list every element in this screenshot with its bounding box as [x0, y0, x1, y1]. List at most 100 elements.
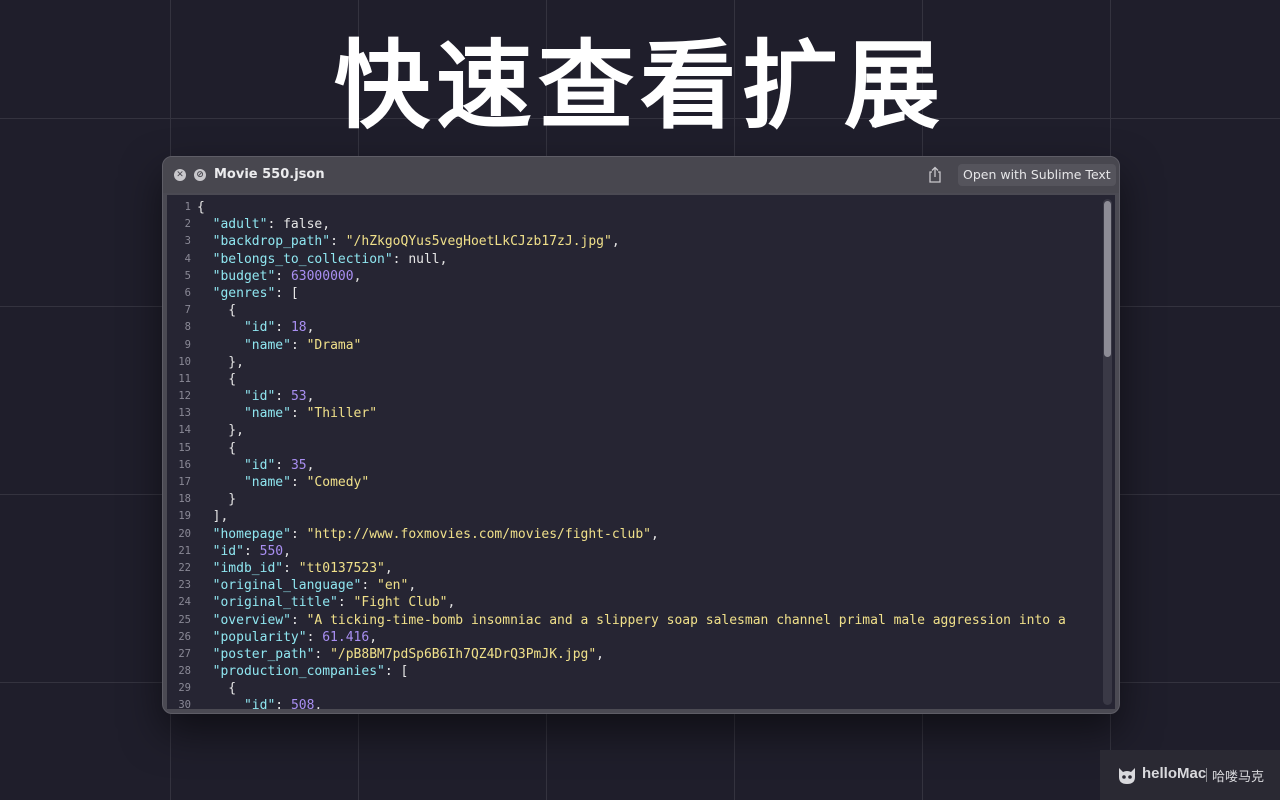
line-number: 20	[178, 527, 191, 540]
code-line: 8 "id": 18,	[167, 319, 1097, 336]
line-number: 24	[178, 596, 191, 609]
close-icon[interactable]: ✕	[174, 169, 186, 181]
json-key: "name"	[243, 475, 291, 490]
code-line: 17 "name": "Comedy"	[167, 474, 1097, 491]
json-punctuation: ,	[596, 646, 604, 662]
line-content: },	[197, 422, 244, 439]
json-key: "imdb_id"	[212, 560, 284, 576]
json-key: "id"	[243, 457, 276, 473]
json-punctuation	[197, 698, 244, 709]
code-line: 24 "original_title": "Fight Club",	[167, 594, 1097, 611]
code-line: 7 {	[167, 302, 1097, 319]
json-punctuation	[197, 647, 213, 662]
scrollbar-thumb[interactable]	[1104, 201, 1111, 357]
vertical-scrollbar[interactable]	[1103, 199, 1112, 705]
json-string: "Drama"	[306, 337, 362, 353]
code-line: 30 "id": 508,	[167, 697, 1097, 709]
json-punctuation	[197, 389, 244, 404]
line-content: "overview": "A ticking-time-bomb insomni…	[197, 612, 1066, 629]
line-number: 1	[184, 201, 191, 213]
line-number: 5	[184, 269, 191, 282]
line-number: 8	[184, 321, 191, 334]
json-punctuation: :	[290, 337, 307, 353]
json-string: "A ticking-time-bomb insomniac and a sli…	[306, 612, 1066, 628]
code-line: 27 "poster_path": "/pB8BM7pdSp6B6Ih7QZ4D…	[167, 646, 1097, 663]
json-punctuation	[197, 234, 213, 249]
line-content: "genres": [	[197, 285, 299, 302]
line-number: 14	[178, 424, 191, 437]
json-punctuation: },	[197, 423, 244, 439]
json-punctuation	[197, 458, 244, 473]
json-punctuation: :	[275, 268, 291, 284]
line-content: "production_companies": [	[197, 663, 409, 680]
window-title: Movie 550.json	[214, 167, 325, 182]
json-punctuation: },	[197, 354, 244, 370]
code-line: 6 "genres": [	[167, 285, 1097, 302]
line-number: 26	[178, 630, 191, 643]
code-line: 28 "production_companies": [	[167, 663, 1097, 680]
json-key: "overview"	[212, 612, 291, 628]
json-key: "id"	[243, 698, 276, 709]
json-punctuation: ,	[611, 234, 620, 250]
json-string: "/hZkgoQYus5vegHoetLkCJzb17zJ.jpg"	[345, 234, 612, 250]
json-punctuation	[197, 630, 213, 645]
line-content: "name": "Drama"	[197, 337, 361, 354]
json-key: "name"	[243, 406, 291, 422]
line-number: 12	[178, 390, 191, 403]
json-punctuation	[197, 338, 244, 353]
json-punctuation	[197, 613, 213, 628]
json-punctuation: :	[361, 578, 378, 594]
json-punctuation: :	[275, 698, 291, 709]
line-number: 9	[184, 338, 191, 351]
json-editor[interactable]: 1{2 "adult": false, 3 "backdrop_path": "/…	[167, 195, 1115, 709]
json-string: "Fight Club"	[353, 595, 448, 611]
json-punctuation: : [	[384, 664, 409, 680]
line-content: "id": 550,	[197, 543, 291, 560]
json-punctuation: ,	[283, 543, 291, 559]
no-entry-icon[interactable]: ⊘	[194, 169, 206, 181]
line-number: 22	[178, 561, 191, 574]
watermark: helloMac 哈喽马克	[1100, 750, 1280, 800]
json-punctuation	[197, 269, 213, 284]
line-number: 11	[178, 372, 191, 385]
json-punctuation	[197, 286, 213, 301]
code-line: 20 "homepage": "http://www.foxmovies.com…	[167, 526, 1097, 543]
json-key: "name"	[243, 337, 291, 353]
line-content: "backdrop_path": "/hZkgoQYus5vegHoetLkCJ…	[197, 233, 620, 250]
json-punctuation	[197, 527, 213, 542]
line-content: "name": "Comedy"	[197, 474, 369, 491]
json-punctuation: ,	[314, 698, 323, 709]
line-number: 18	[178, 493, 191, 506]
line-number: 27	[178, 647, 191, 660]
line-content: "homepage": "http://www.foxmovies.com/mo…	[197, 526, 659, 543]
watermark-chinese-name: 哈喽马克	[1212, 770, 1265, 785]
line-content: ],	[197, 508, 229, 525]
code-line: 5 "budget": 63000000,	[167, 268, 1097, 285]
window-titlebar: ✕ ⊘ Movie 550.json Open with Sublime Tex…	[163, 157, 1119, 193]
code-line: 23 "original_language": "en",	[167, 577, 1097, 594]
line-number: 25	[178, 613, 191, 626]
line-content: "adult": false,	[197, 216, 330, 233]
json-punctuation: :	[337, 595, 354, 611]
code-line: 10 },	[167, 354, 1097, 371]
open-with-sublime-button[interactable]: Open with Sublime Text	[958, 164, 1116, 186]
json-punctuation: {	[197, 303, 237, 319]
line-number: 10	[178, 355, 191, 368]
json-punctuation: :	[243, 543, 260, 559]
line-content: "imdb_id": "tt0137523",	[197, 560, 393, 577]
line-number: 4	[184, 252, 191, 265]
json-punctuation: ,	[306, 389, 315, 405]
json-punctuation: {	[197, 440, 237, 456]
json-key: "original_language"	[212, 578, 362, 594]
hellomac-cat-logo-icon	[1119, 768, 1135, 784]
json-key: "belongs_to_collection"	[212, 251, 393, 267]
share-icon[interactable]	[927, 166, 943, 184]
line-content: "belongs_to_collection": null,	[197, 251, 448, 268]
json-punctuation	[197, 217, 213, 232]
json-punctuation	[197, 252, 213, 267]
json-punctuation: :	[330, 234, 346, 250]
json-punctuation: ,	[408, 578, 417, 594]
json-key: "id"	[212, 543, 244, 559]
json-punctuation	[197, 561, 213, 576]
json-punctuation	[197, 578, 213, 593]
